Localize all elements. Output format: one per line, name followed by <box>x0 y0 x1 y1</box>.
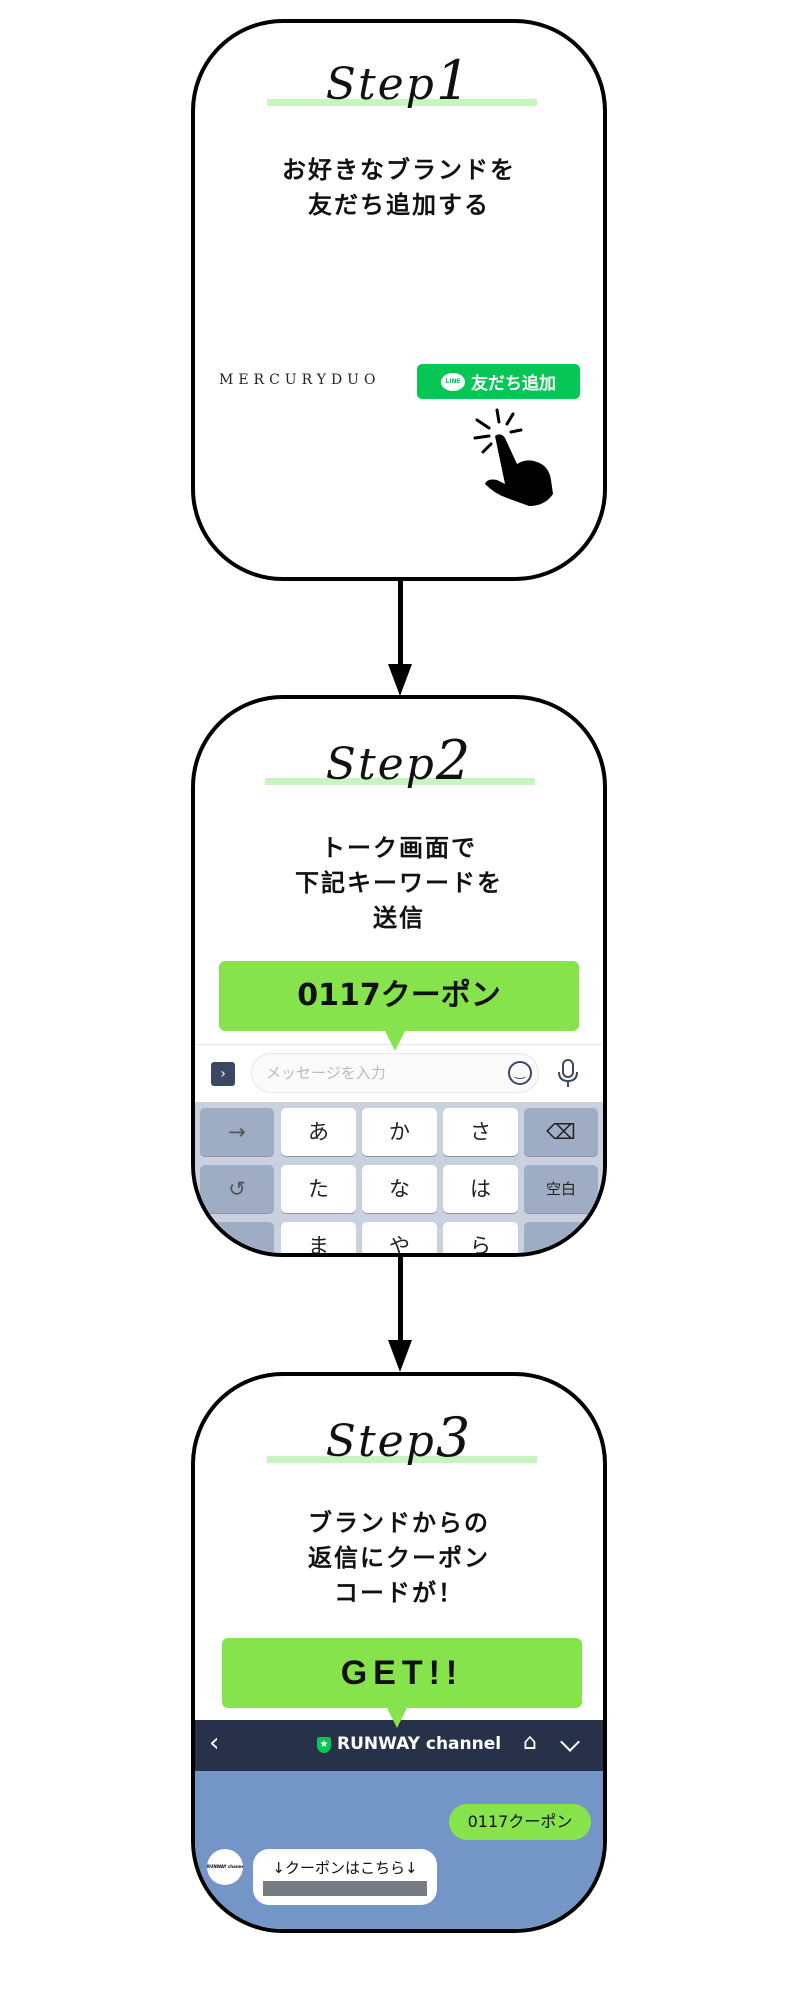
get-banner: GET!! <box>222 1638 582 1708</box>
step-heading: トーク画面で 下記キーワードを 送信 <box>195 831 603 936</box>
key-ha[interactable]: は <box>443 1165 518 1213</box>
key-ta[interactable]: た <box>281 1165 356 1213</box>
connector-line <box>398 1257 403 1347</box>
step2-card: Step2 トーク画面で 下記キーワードを 送信 › メッセージを入力 ‿ → … <box>191 695 607 1257</box>
step-number: 2 <box>435 729 473 792</box>
key-ra[interactable]: ら <box>443 1222 518 1253</box>
heading-line: 下記キーワードを <box>295 869 503 897</box>
key-blank[interactable] <box>524 1222 598 1253</box>
sent-message-bubble: 0117クーポン <box>449 1804 591 1840</box>
heading-line: トーク画面で <box>321 834 477 862</box>
key-undo[interactable]: ↺ <box>200 1165 274 1213</box>
reply-text: ↓クーポンはこちら↓ <box>272 1859 418 1877</box>
step-number: 3 <box>435 1406 473 1469</box>
step-number: 1 <box>435 49 473 112</box>
key-sa[interactable]: さ <box>443 1108 518 1156</box>
emoji-icon[interactable]: ‿ <box>508 1061 532 1085</box>
line-icon: LINE <box>441 372 465 391</box>
keyboard: → あ か さ ⌫ ↺ た な は 空白 ま や ら <box>195 1102 603 1253</box>
heading-line: お好きなブランドを <box>282 156 516 184</box>
arrow-down-icon <box>388 664 412 696</box>
chevron-down-icon[interactable] <box>560 1732 580 1752</box>
key-backspace[interactable]: ⌫ <box>524 1108 598 1156</box>
reply-message-bubble: ↓クーポンはこちら↓ <box>253 1849 437 1905</box>
chat-area: 0117クーポン RUNWAY channel ↓クーポンはこちら↓ <box>195 1771 603 1929</box>
heading-line: ブランドからの <box>308 1509 490 1537</box>
key-next[interactable]: → <box>200 1108 274 1156</box>
step3-card: Step3 ブランドからの 返信にクーポン コードが！ ‹ ★ RUNWAY c… <box>191 1372 607 1933</box>
message-input[interactable]: メッセージを入力 ‿ <box>251 1053 539 1093</box>
back-chevron-icon[interactable]: ‹ <box>209 1728 219 1758</box>
channel-name: RUNWAY channel <box>337 1734 502 1754</box>
step-label: Step <box>325 1416 436 1467</box>
heading-line: 送信 <box>373 904 425 932</box>
heading-line: コードが！ <box>334 1579 464 1607</box>
tap-hand-icon <box>473 408 553 506</box>
keyword-box: 0117クーポン <box>219 961 579 1031</box>
key-a[interactable]: あ <box>281 1108 356 1156</box>
arrow-down-icon <box>388 1340 412 1372</box>
keyword-box-tail <box>385 1031 405 1051</box>
microphone-icon[interactable] <box>557 1059 579 1089</box>
heading-line: 友だち追加する <box>308 191 490 219</box>
key-ya[interactable]: や <box>362 1222 437 1253</box>
get-banner-tail <box>387 1708 407 1728</box>
step-title: Step3 <box>195 1406 603 1469</box>
input-placeholder: メッセージを入力 <box>266 1064 386 1082</box>
key-ma[interactable]: ま <box>281 1222 356 1253</box>
coupon-code-redacted <box>263 1881 427 1896</box>
step-label: Step <box>325 739 436 790</box>
connector-line <box>398 581 403 671</box>
message-input-bar: › メッセージを入力 ‿ <box>195 1044 603 1102</box>
step-label: Step <box>325 59 436 110</box>
brand-logo: MERCURYDUO <box>219 372 381 388</box>
expand-chevron-icon[interactable]: › <box>211 1062 235 1086</box>
channel-avatar[interactable]: RUNWAY channel <box>207 1849 243 1885</box>
add-friend-button[interactable]: LINE 友だち追加 <box>417 364 580 399</box>
step-heading: お好きなブランドを 友だち追加する <box>195 153 603 223</box>
verified-shield-icon: ★ <box>317 1737 331 1753</box>
key-space[interactable]: 空白 <box>524 1165 598 1213</box>
step-title: Step1 <box>195 49 603 112</box>
step1-card: Step1 お好きなブランドを 友だち追加する MERCURYDUO LINE … <box>191 19 607 581</box>
key-ka[interactable]: か <box>362 1108 437 1156</box>
heading-line: 返信にクーポン <box>308 1544 490 1572</box>
key-blank[interactable] <box>200 1222 274 1253</box>
home-icon[interactable]: ⌂ <box>523 1730 537 1755</box>
key-na[interactable]: な <box>362 1165 437 1213</box>
step-heading: ブランドからの 返信にクーポン コードが！ <box>195 1506 603 1611</box>
add-friend-label: 友だち追加 <box>471 374 556 394</box>
step-title: Step2 <box>195 729 603 792</box>
